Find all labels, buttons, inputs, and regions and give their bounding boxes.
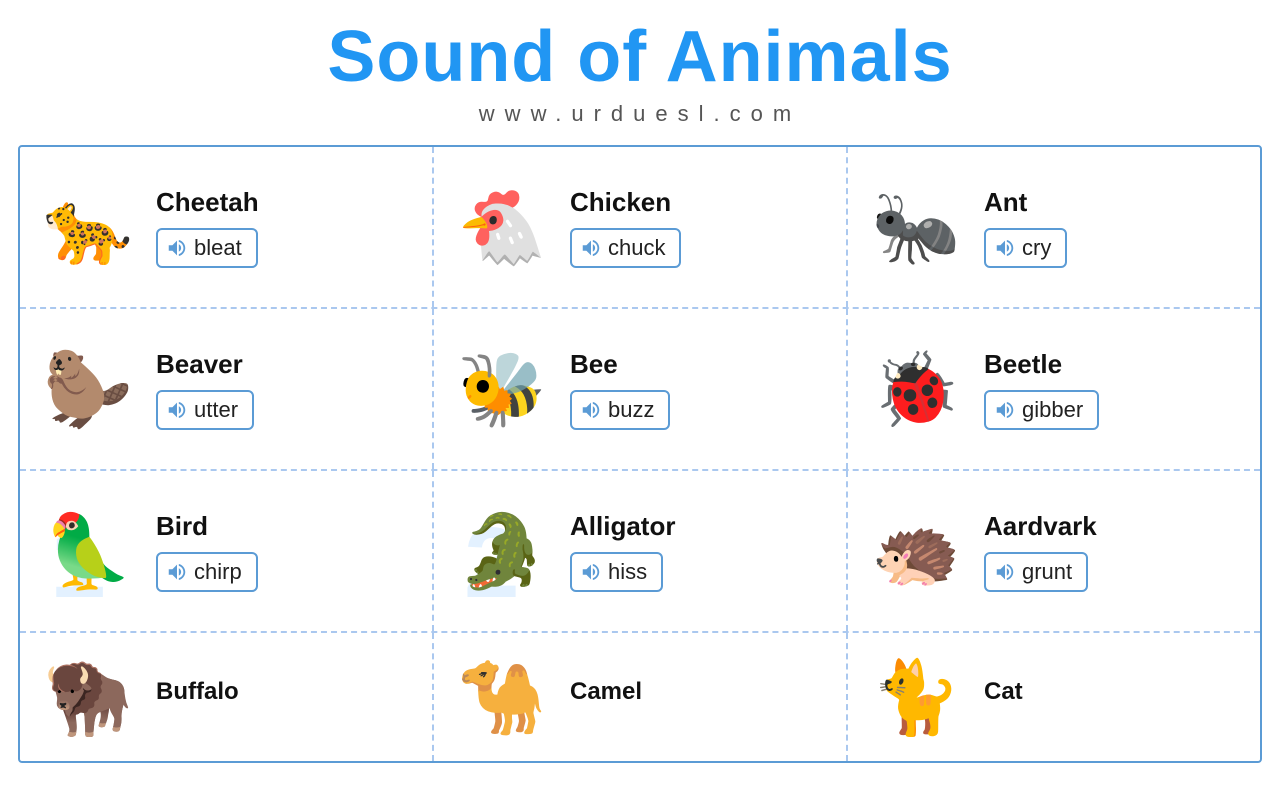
beaver-sound-text: utter [194,397,238,423]
grid-cell-alligator: 2🐊Alligator hiss [434,471,848,631]
bird-sound-badge[interactable]: chirp [156,552,258,592]
grid-cell-aardvark: 🦔Aardvark grunt [848,471,1260,631]
bird-info: Bird chirp [156,511,258,592]
bird-name: Bird [156,511,208,542]
speaker-icon [994,561,1016,583]
speaker-icon [580,399,602,421]
cat-image: 🐈 [856,647,976,747]
cheetah-sound-badge[interactable]: bleat [156,228,258,268]
grid-cell-chicken: 🐔Chicken chuck [434,147,848,307]
ant-sound-badge[interactable]: cry [984,228,1067,268]
ant-name: Ant [984,187,1027,218]
ant-info: Ant cry [984,187,1067,268]
speaker-icon [994,237,1016,259]
cheetah-info: Cheetah bleat [156,187,259,268]
beaver-name: Beaver [156,349,243,380]
cheetah-name: Cheetah [156,187,259,218]
cheetah-sound-text: bleat [194,235,242,261]
page-header: Sound of Animals www.urduesl.com [0,0,1280,145]
aardvark-sound-text: grunt [1022,559,1072,585]
alligator-image: 🐊 [442,491,562,611]
page-title: Sound of Animals [0,18,1280,97]
bee-sound-badge[interactable]: buzz [570,390,670,430]
aardvark-image: 🦔 [856,491,976,611]
alligator-name: Alligator [570,511,675,542]
aardvark-info: Aardvark grunt [984,511,1097,592]
grid-cell-beetle: 🐞Beetle gibber [848,309,1260,469]
chicken-name: Chicken [570,187,671,218]
grid-cell-cheetah: 🐆Cheetah bleat [20,147,434,307]
grid-row-0: 🐆Cheetah bleat🐔Chicken chuck🐜Ant cry [20,147,1260,309]
beetle-info: Beetle gibber [984,349,1099,430]
alligator-sound-badge[interactable]: hiss [570,552,663,592]
bee-info: Bee buzz [570,349,670,430]
grid-row-1: 🦫Beaver utter🐝Bee buzz🐞Beetle gibber [20,309,1260,471]
beetle-name: Beetle [984,349,1062,380]
cat-info: Cat [984,678,1023,716]
bee-image: 🐝 [442,329,562,449]
chicken-info: Chicken chuck [570,187,681,268]
bird-image: 🦜 [28,491,148,611]
grid-cell-cat: 🐈 Cat [848,633,1260,761]
chicken-sound-text: chuck [608,235,665,261]
bee-name: Bee [570,349,618,380]
beaver-image: 🦫 [28,329,148,449]
grid-row-3: 🦬 Buffalo 🐪 Camel 🐈 Cat [20,633,1260,761]
speaker-icon [994,399,1016,421]
camel-image: 🐪 [442,647,562,747]
beaver-info: Beaver utter [156,349,254,430]
camel-name: Camel [570,678,642,706]
speaker-icon [166,561,188,583]
grid-cell-buffalo: 🦬 Buffalo [20,633,434,761]
grid-cell-ant: 🐜Ant cry [848,147,1260,307]
grid-cell-beaver: 🦫Beaver utter [20,309,434,469]
aardvark-sound-badge[interactable]: grunt [984,552,1088,592]
cheetah-image: 🐆 [28,167,148,287]
speaker-icon [580,237,602,259]
speaker-icon [166,399,188,421]
beetle-sound-badge[interactable]: gibber [984,390,1099,430]
bee-sound-text: buzz [608,397,654,423]
bird-sound-text: chirp [194,559,242,585]
grid-cell-bird: 1🦜Bird chirp [20,471,434,631]
grid-row-2: 1🦜Bird chirp2🐊Alligator hiss🦔Aardvark gr… [20,471,1260,633]
grid-cell-camel: 🐪 Camel [434,633,848,761]
buffalo-image: 🦬 [28,647,148,747]
beetle-image: 🐞 [856,329,976,449]
speaker-icon [166,237,188,259]
buffalo-name: Buffalo [156,678,239,706]
alligator-info: Alligator hiss [570,511,675,592]
speaker-icon [580,561,602,583]
grid-cell-bee: 🐝Bee buzz [434,309,848,469]
buffalo-info: Buffalo [156,678,239,716]
beaver-sound-badge[interactable]: utter [156,390,254,430]
alligator-sound-text: hiss [608,559,647,585]
aardvark-name: Aardvark [984,511,1097,542]
cat-name: Cat [984,678,1023,706]
chicken-image: 🐔 [442,167,562,287]
ant-image: 🐜 [856,167,976,287]
animal-grid: 🐆Cheetah bleat🐔Chicken chuck🐜Ant cry🦫Bea… [18,145,1262,763]
ant-sound-text: cry [1022,235,1051,261]
chicken-sound-badge[interactable]: chuck [570,228,681,268]
page-subtitle: www.urduesl.com [0,101,1280,127]
beetle-sound-text: gibber [1022,397,1083,423]
camel-info: Camel [570,678,642,716]
